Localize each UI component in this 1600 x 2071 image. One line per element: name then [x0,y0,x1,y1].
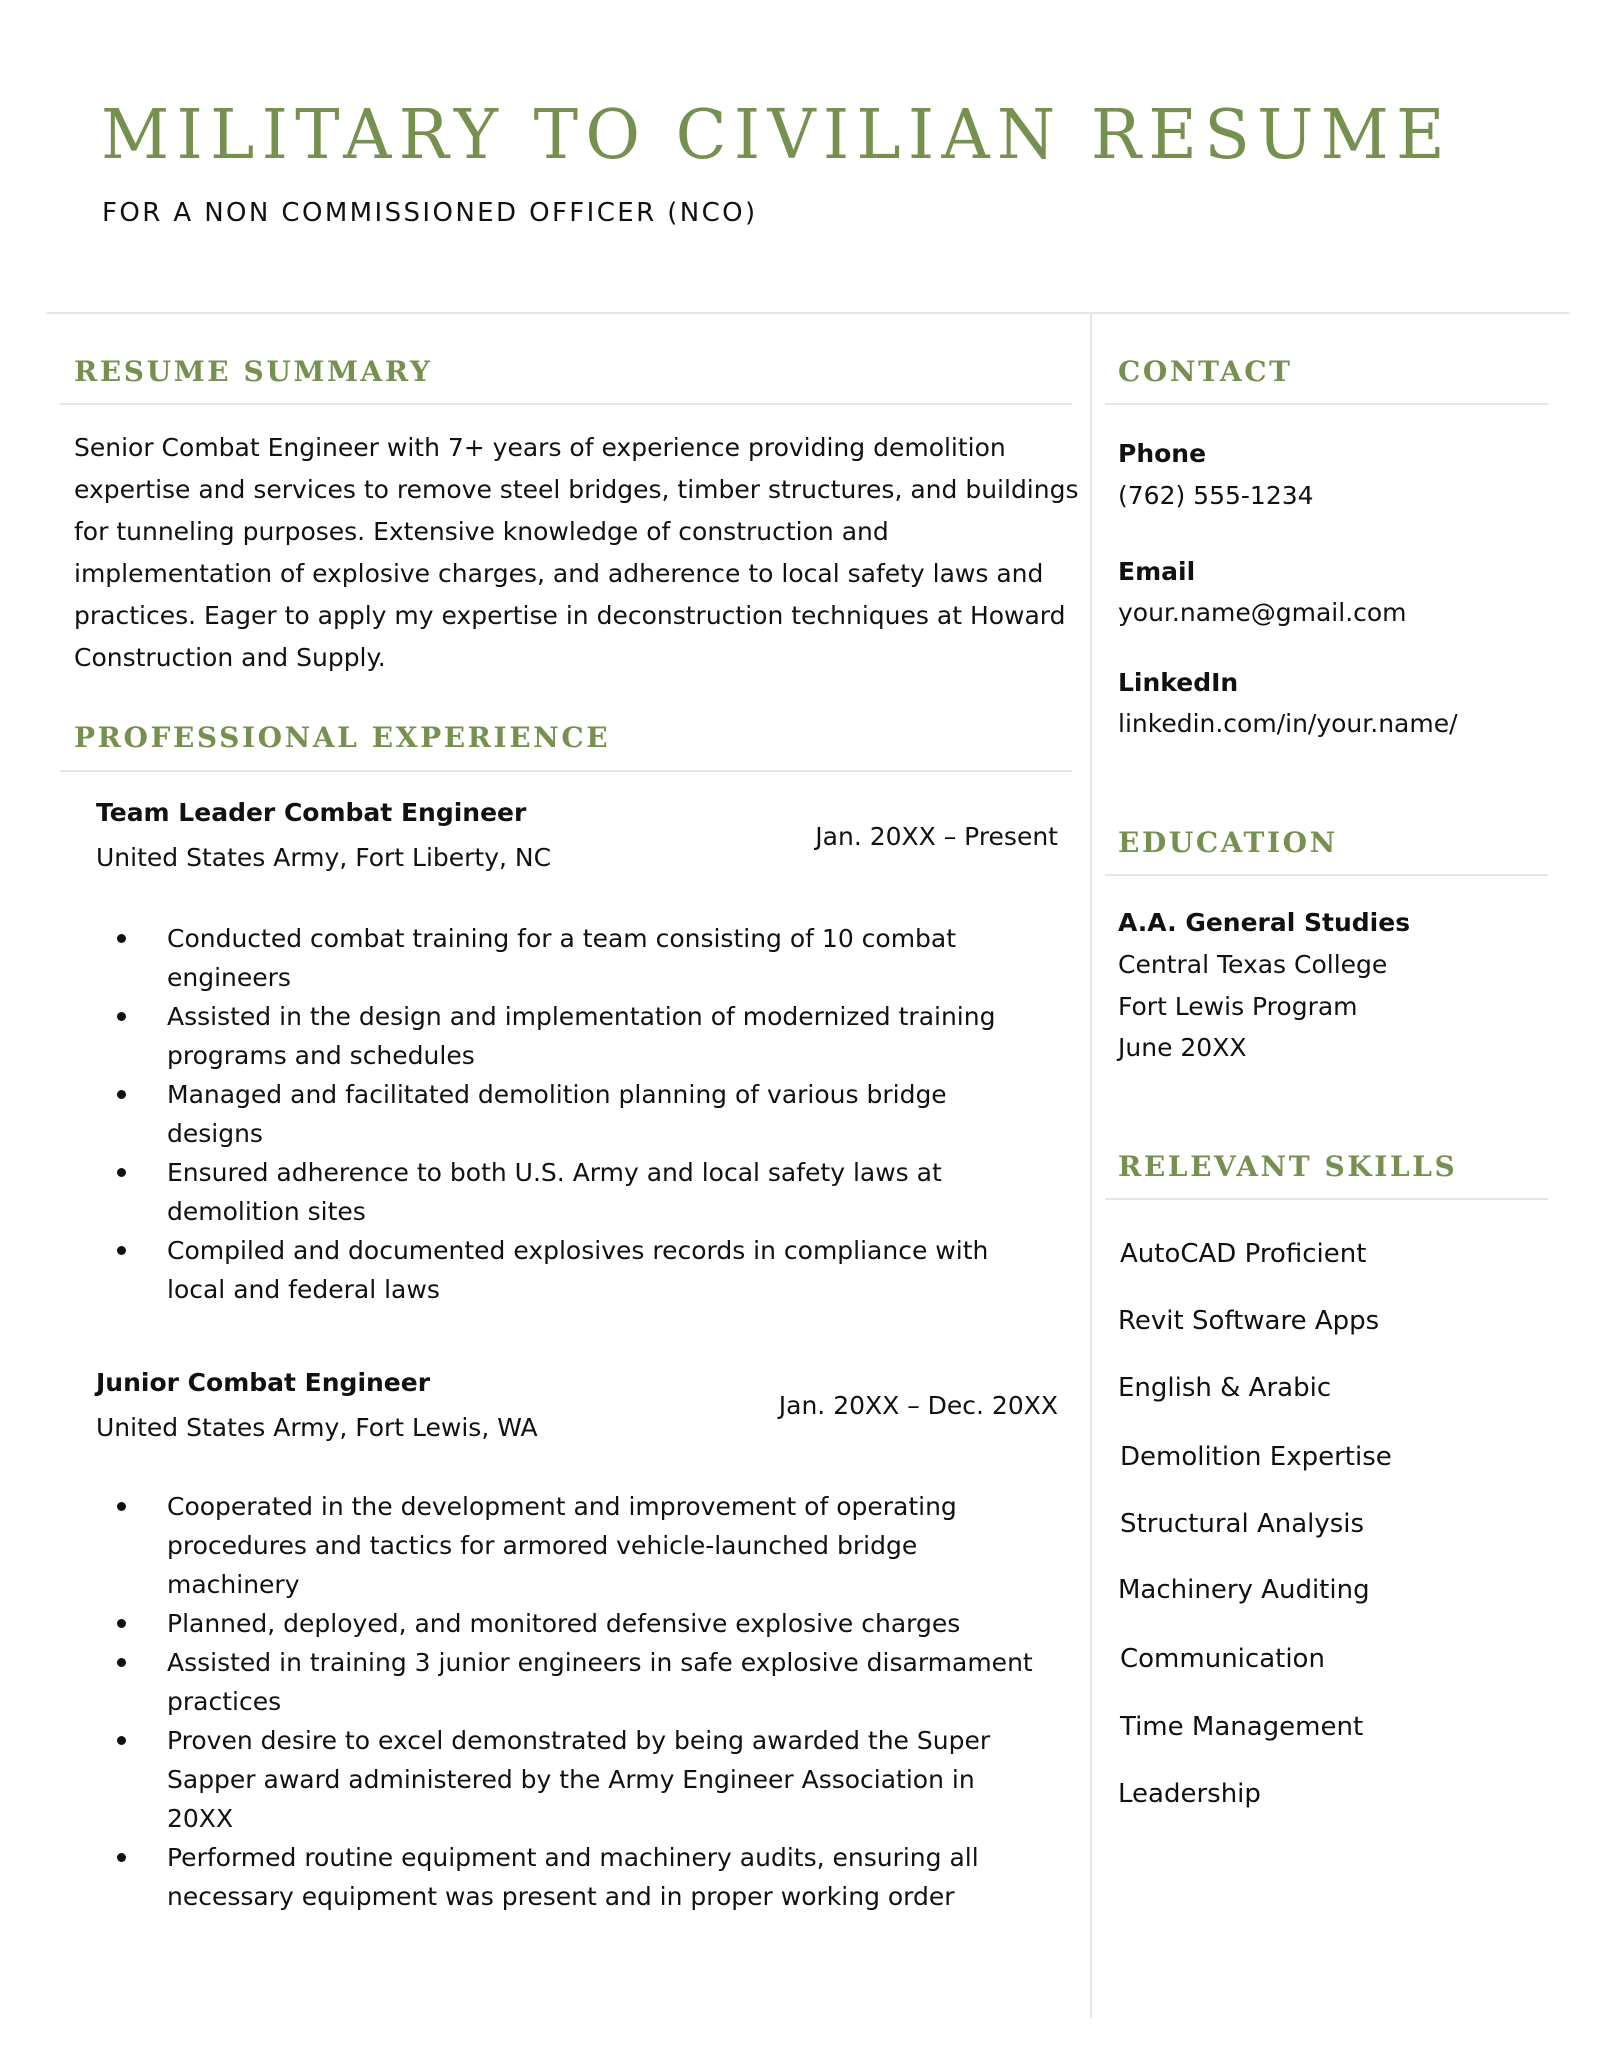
bullet-item: Conducted combat training for a team con… [117,919,1047,997]
bullet-item: Compiled and documented explosives recor… [117,1231,1047,1309]
contact-heading-rule [1105,403,1548,405]
skill-item: Leadership [1118,1779,1261,1809]
education-date: June 20XX [1118,1033,1247,1062]
bullet-text: Performed routine equipment and machiner… [167,1843,979,1911]
job-title: Junior Combat Engineer [96,1368,431,1397]
skill-item: Revit Software Apps [1118,1306,1380,1336]
bullet-text: Assisted in the design and implementatio… [167,1002,996,1070]
job-company: United States Army, Fort Liberty, NC [96,843,552,872]
bullet-text: Ensured adherence to both U.S. Army and … [167,1158,942,1226]
bullet-item: Managed and facilitated demolition plann… [117,1075,1047,1153]
bullet-text: Assisted in training 3 junior engineers … [167,1648,1033,1716]
bullet-item: Planned, deployed, and monitored defensi… [117,1604,1047,1643]
job-dates: Jan. 20XX – Present [815,822,1058,851]
education-heading-rule [1105,874,1548,876]
summary-text: Senior Combat Engineer with 7+ years of … [74,433,1079,672]
contact-phone-value[interactable]: (762) 555-1234 [1118,479,1314,513]
bullet-text: Conducted combat training for a team con… [167,924,957,992]
contact-email-label: Email [1118,557,1196,586]
contact-heading: CONTACT [1118,355,1293,388]
skill-item: Structural Analysis [1120,1509,1365,1539]
education-degree: A.A. General Studies [1118,908,1411,937]
contact-email-value[interactable]: your.name@gmail.com [1118,596,1407,630]
summary-heading: RESUME SUMMARY [74,355,433,388]
bullet-dot-icon [117,1168,126,1177]
bullet-dot-icon [117,934,126,943]
bullet-item: Assisted in training 3 junior engineers … [117,1643,1047,1721]
resume-subtitle: FOR A NON COMMISSIONED OFFICER (NCO) [102,198,758,228]
summary-heading-rule [60,403,1072,405]
bullet-text: Managed and facilitated demolition plann… [167,1080,947,1148]
resume-title: MILITARY TO CIVILIAN RESUME [101,96,1452,175]
experience-heading: PROFESSIONAL EXPERIENCE [74,721,611,754]
skill-item: Machinery Auditing [1118,1575,1370,1605]
bullet-dot-icon [117,1090,126,1099]
bullet-dot-icon [117,1502,126,1511]
bullet-dot-icon [117,1012,126,1021]
bullet-dot-icon [117,1619,126,1628]
bullet-dot-icon [117,1246,126,1255]
job-company: United States Army, Fort Lewis, WA [96,1413,538,1442]
bullet-text: Planned, deployed, and monitored defensi… [167,1609,961,1638]
skill-item: English & Arabic [1118,1373,1332,1403]
skill-item: Demolition Expertise [1120,1442,1392,1472]
bullet-item: Cooperated in the development and improv… [117,1487,1047,1604]
education-program: Fort Lewis Program [1118,992,1358,1021]
bullet-item: Proven desire to excel demonstrated by b… [117,1721,1047,1838]
skill-item: Communication [1120,1644,1325,1674]
bullet-text: Proven desire to excel demonstrated by b… [167,1726,991,1833]
education-school: Central Texas College [1118,950,1388,979]
job-title: Team Leader Combat Engineer [96,798,527,827]
education-heading: EDUCATION [1118,826,1338,859]
skill-item: Time Management [1120,1712,1364,1742]
bullet-item: Ensured adherence to both U.S. Army and … [117,1153,1047,1231]
bullet-item: Performed routine equipment and machiner… [117,1838,1047,1916]
job-bullets: Cooperated in the development and improv… [117,1487,1047,1916]
bullet-text: Cooperated in the development and improv… [167,1492,957,1599]
bullet-text: Compiled and documented explosives recor… [167,1236,989,1304]
experience-heading-rule [60,770,1072,772]
bullet-item: Assisted in the design and implementatio… [117,997,1047,1075]
skill-item: AutoCAD Proficient [1120,1239,1367,1269]
job-bullets: Conducted combat training for a team con… [117,919,1047,1309]
column-divider [1090,313,1092,2018]
bullet-dot-icon [117,1853,126,1862]
contact-phone-label: Phone [1118,439,1207,468]
skills-heading-rule [1105,1198,1548,1200]
header-divider [46,312,1570,314]
bullet-dot-icon [117,1736,126,1745]
job-dates: Jan. 20XX – Dec. 20XX [778,1391,1058,1420]
skills-heading: RELEVANT SKILLS [1118,1150,1458,1183]
contact-linkedin-label: LinkedIn [1118,668,1239,697]
bullet-dot-icon [117,1658,126,1667]
contact-linkedin-value[interactable]: linkedin.com/in/your.name/ [1118,707,1458,741]
